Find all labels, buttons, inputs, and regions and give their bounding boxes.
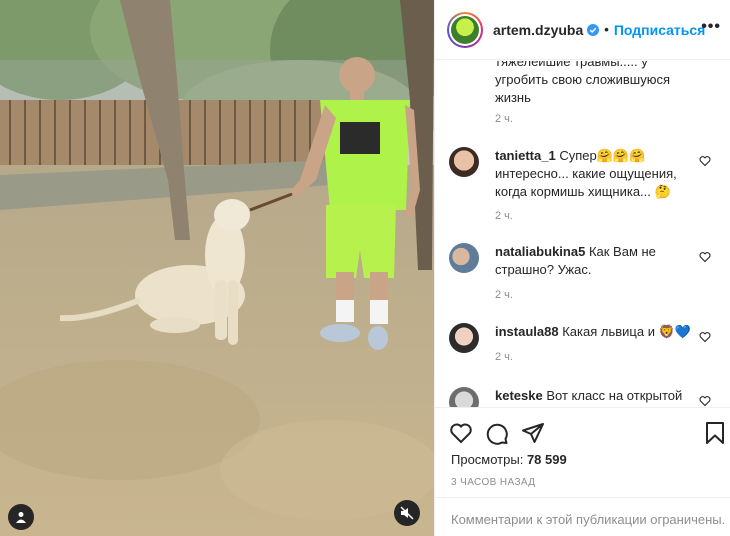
views-value: 78 599	[526, 452, 567, 467]
post-media-video[interactable]	[0, 0, 434, 536]
commenter-username[interactable]: keteske	[495, 388, 543, 403]
comment-time[interactable]: 2 ч.	[495, 113, 513, 125]
heart-icon[interactable]	[449, 421, 473, 445]
heart-icon[interactable]	[699, 251, 711, 263]
comment-time[interactable]: 2 ч.	[495, 351, 513, 363]
comment-text: tanietta_1 Супер🤗🤗🤗 интересно... какие о…	[495, 148, 677, 199]
muted-speaker-icon[interactable]	[394, 500, 420, 526]
post-actions-bar	[435, 407, 730, 455]
heart-icon[interactable]	[699, 331, 711, 343]
commenter-avatar[interactable]	[449, 323, 479, 353]
comment-text: тяжелейшие травмы..... у угробить свою с…	[495, 61, 670, 105]
post-sidebar: artem.dzyuba • Подписаться ••• тяжелейши…	[434, 0, 730, 536]
author-username[interactable]: artem.dzyuba	[493, 22, 583, 38]
comment-text: keteske Вот класс на открытой	[495, 388, 683, 403]
comment-time[interactable]: 2 ч.	[495, 289, 513, 301]
commenter-avatar[interactable]	[449, 243, 479, 273]
verified-badge-icon	[587, 23, 600, 36]
comment-icon[interactable]	[485, 421, 509, 445]
commenter-username[interactable]: instaula88	[495, 324, 559, 339]
commenter-avatar[interactable]	[449, 147, 479, 177]
comments-limited-notice: Комментарии к этой публикации ограничены…	[435, 497, 730, 536]
post-timestamp[interactable]: 3 часов назад	[451, 477, 535, 488]
comment-text: instaula88 Какая львица и 🦁💙	[495, 324, 691, 339]
heart-icon[interactable]	[699, 395, 711, 407]
share-icon[interactable]	[521, 421, 545, 445]
follow-button[interactable]: Подписаться	[614, 22, 706, 38]
comment-time[interactable]: 2 ч.	[495, 210, 513, 222]
video-frame	[0, 0, 434, 536]
comment-text: nataliabukina5 Как Вам не страшно? Ужас.	[495, 244, 656, 277]
author-avatar[interactable]	[447, 11, 483, 48]
commenter-username[interactable]: tanietta_1	[495, 148, 556, 163]
commenter-avatar[interactable]	[449, 387, 479, 407]
views-label: Просмотры:	[451, 452, 524, 467]
bookmark-icon[interactable]	[703, 421, 727, 445]
more-options-icon[interactable]: •••	[701, 19, 721, 35]
views-count: Просмотры: 78 599	[451, 452, 567, 467]
user-tag-icon[interactable]	[8, 504, 34, 530]
heart-icon[interactable]	[699, 155, 711, 167]
header-separator: •	[604, 22, 609, 37]
comments-list[interactable]: тяжелейшие травмы..... у угробить свою с…	[435, 61, 730, 407]
commenter-username[interactable]: nataliabukina5	[495, 244, 585, 259]
post-header: artem.dzyuba • Подписаться •••	[435, 0, 730, 60]
